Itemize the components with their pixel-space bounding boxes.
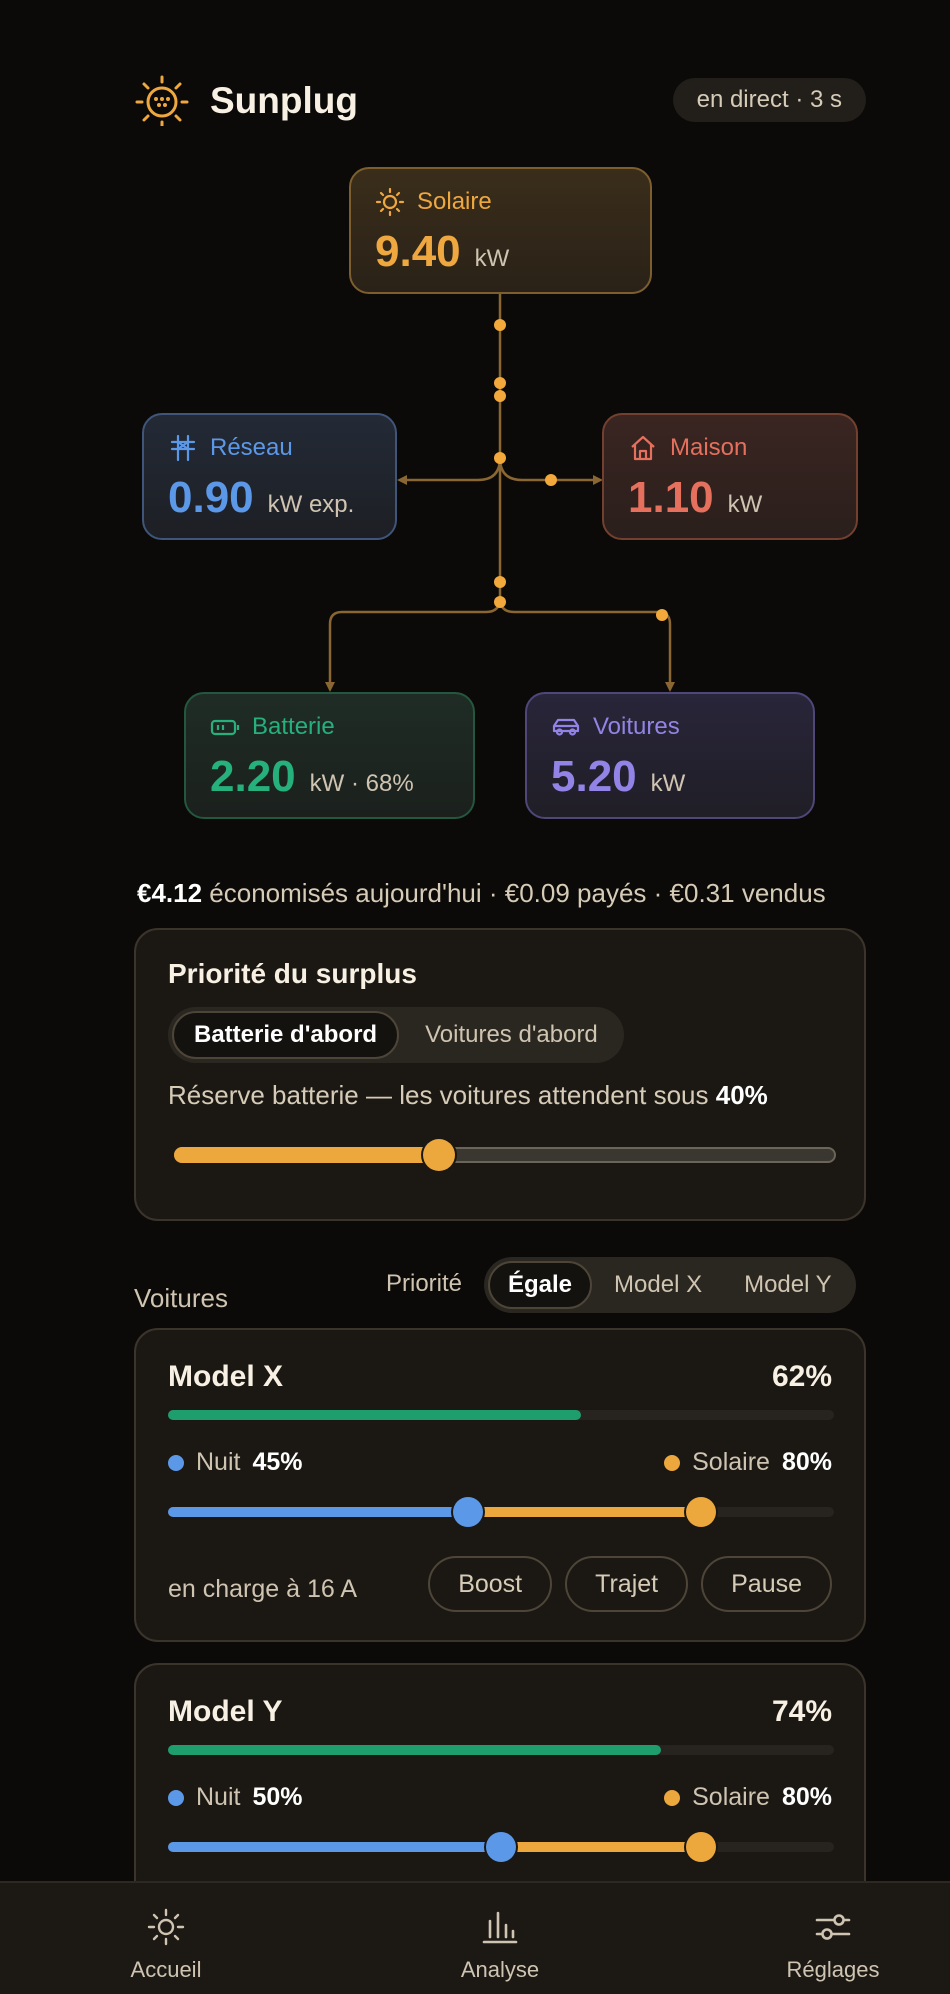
- sun-plug-icon: [135, 75, 189, 126]
- grid-unit: kW exp.: [267, 491, 355, 518]
- surplus-priority-card: Priorité du surplus Batterie d'abord Voi…: [134, 928, 866, 1221]
- night-target-legend: Nuit 45%: [168, 1448, 303, 1477]
- car-charge-percent: 74%: [771, 1695, 832, 1728]
- savings-summary: €4.12 économisés aujourd'hui · €0.09 pay…: [137, 878, 826, 909]
- solar-target-label: Solaire: [692, 1448, 770, 1476]
- surplus-priority-title: Priorité du surplus: [168, 958, 417, 989]
- night-label: Nuit: [196, 1448, 241, 1476]
- sun-icon: [375, 187, 405, 217]
- savings-amount: €4.12: [137, 878, 203, 908]
- nav-settings-label: Réglages: [786, 1957, 880, 1982]
- solar-dot-icon: [664, 1789, 681, 1806]
- battery-reserve-value: 40%: [715, 1080, 768, 1110]
- charge-progress-bar: [168, 1410, 834, 1420]
- option-cars-first[interactable]: Voitures d'abord: [403, 1011, 620, 1059]
- bar-chart-icon: [482, 1911, 518, 1944]
- surplus-priority-selector: Batterie d'abord Voitures d'abord: [168, 1007, 624, 1063]
- sliders-icon: [815, 1914, 851, 1940]
- charge-progress-fill: [168, 1745, 661, 1755]
- solar-unit: kW: [474, 245, 510, 272]
- night-dot-icon: [168, 1789, 184, 1806]
- charging-status: en charge à 16 A: [168, 1575, 358, 1603]
- cars-section-label: Voitures: [134, 1283, 228, 1313]
- app-header: Sunplug en direct · 3 s: [134, 74, 866, 126]
- cars-node[interactable]: Voitures 5.20 kW: [525, 692, 815, 819]
- night-target-handle[interactable]: [486, 1832, 516, 1862]
- night-value: 50%: [252, 1783, 303, 1811]
- cars-priority-label: Priorité: [386, 1270, 463, 1297]
- pylon-icon: [170, 434, 196, 462]
- car-charge-percent: 62%: [771, 1360, 832, 1393]
- solar-target-legend: Solaire 80%: [664, 1783, 832, 1812]
- night-value: 45%: [252, 1448, 303, 1476]
- nav-home[interactable]: Accueil: [76, 1883, 256, 1994]
- option-equal[interactable]: Égale: [488, 1261, 593, 1309]
- night-label: Nuit: [196, 1783, 241, 1811]
- solar-range-fill: [501, 1842, 701, 1852]
- savings-text: économisés aujourd'hui · €0.09 payés · €…: [202, 878, 826, 908]
- battery-value: 2.20: [210, 752, 296, 801]
- car-name: Model Y: [168, 1695, 283, 1728]
- slider-handle[interactable]: [422, 1139, 455, 1171]
- house-label: Maison: [670, 434, 748, 461]
- charge-progress-fill: [168, 1410, 581, 1420]
- night-dot-icon: [168, 1454, 184, 1471]
- cars-priority-selector: Égale Model X Model Y: [484, 1257, 856, 1313]
- battery-label: Batterie: [252, 713, 335, 740]
- solar-label: Solaire: [417, 188, 492, 215]
- solar-target-value: 80%: [781, 1783, 832, 1811]
- night-range-fill: [168, 1842, 501, 1852]
- battery-node[interactable]: Batterie 2.20 kW · 68%: [184, 692, 475, 819]
- battery-icon: [210, 719, 240, 736]
- live-status-badge: en direct · 3 s: [672, 78, 866, 122]
- app-title: Sunplug: [210, 80, 358, 121]
- solar-target-label: Solaire: [692, 1783, 770, 1811]
- grid-node[interactable]: Réseau 0.90 kW exp.: [142, 413, 397, 540]
- solar-value: 9.40: [375, 227, 461, 276]
- nav-analysis[interactable]: Analyse: [410, 1883, 590, 1994]
- charge-progress-bar: [168, 1745, 834, 1755]
- bottom-navigation: Accueil Analyse Réglages: [0, 1881, 950, 1994]
- night-target-legend: Nuit 50%: [168, 1783, 303, 1812]
- house-icon: [631, 435, 655, 461]
- cars-label: Voitures: [593, 713, 680, 740]
- battery-reserve-label: Réserve batterie — les voitures attenden…: [168, 1080, 768, 1111]
- option-model-y[interactable]: Model Y: [724, 1261, 852, 1309]
- option-model-x[interactable]: Model X: [594, 1261, 722, 1309]
- boost-button[interactable]: Boost: [428, 1556, 553, 1612]
- trip-button[interactable]: Trajet: [565, 1556, 689, 1612]
- pause-button[interactable]: Pause: [701, 1556, 832, 1612]
- nav-home-label: Accueil: [130, 1957, 202, 1982]
- solar-dot-icon: [664, 1454, 681, 1471]
- option-battery-first[interactable]: Batterie d'abord: [172, 1011, 400, 1059]
- sun-icon: [147, 1908, 185, 1946]
- solar-target-handle[interactable]: [685, 1832, 716, 1862]
- night-range-fill: [168, 1507, 468, 1517]
- solar-target-value: 80%: [781, 1448, 832, 1476]
- battery-reserve-slider[interactable]: [174, 1135, 836, 1175]
- night-target-handle[interactable]: [452, 1497, 483, 1527]
- house-unit: kW: [727, 491, 763, 518]
- cars-value: 5.20: [551, 752, 637, 801]
- house-value: 1.10: [628, 473, 714, 522]
- nav-settings[interactable]: Réglages: [743, 1883, 923, 1994]
- car-card-model-x: Model X 62% Nuit 45% Solaire 80% en char…: [134, 1328, 866, 1642]
- car-name: Model X: [168, 1360, 284, 1393]
- solar-range-fill: [467, 1507, 701, 1517]
- slider-fill: [174, 1147, 439, 1163]
- car-actions: Boost Trajet Pause: [428, 1556, 832, 1612]
- charge-target-slider[interactable]: [168, 1830, 834, 1864]
- grid-label: Réseau: [210, 434, 293, 461]
- solar-target-handle[interactable]: [685, 1497, 716, 1527]
- solar-target-legend: Solaire 80%: [664, 1448, 832, 1477]
- battery-reserve-text: Réserve batterie — les voitures attenden…: [168, 1080, 716, 1110]
- cars-unit: kW: [650, 770, 686, 797]
- solar-node[interactable]: Solaire 9.40 kW: [349, 167, 652, 294]
- nav-analysis-label: Analyse: [460, 1957, 540, 1982]
- charge-target-slider[interactable]: [168, 1495, 834, 1529]
- battery-unit: kW · 68%: [309, 770, 414, 797]
- house-node[interactable]: Maison 1.10 kW: [602, 413, 858, 540]
- car-icon: [552, 718, 580, 736]
- grid-value: 0.90: [168, 473, 254, 522]
